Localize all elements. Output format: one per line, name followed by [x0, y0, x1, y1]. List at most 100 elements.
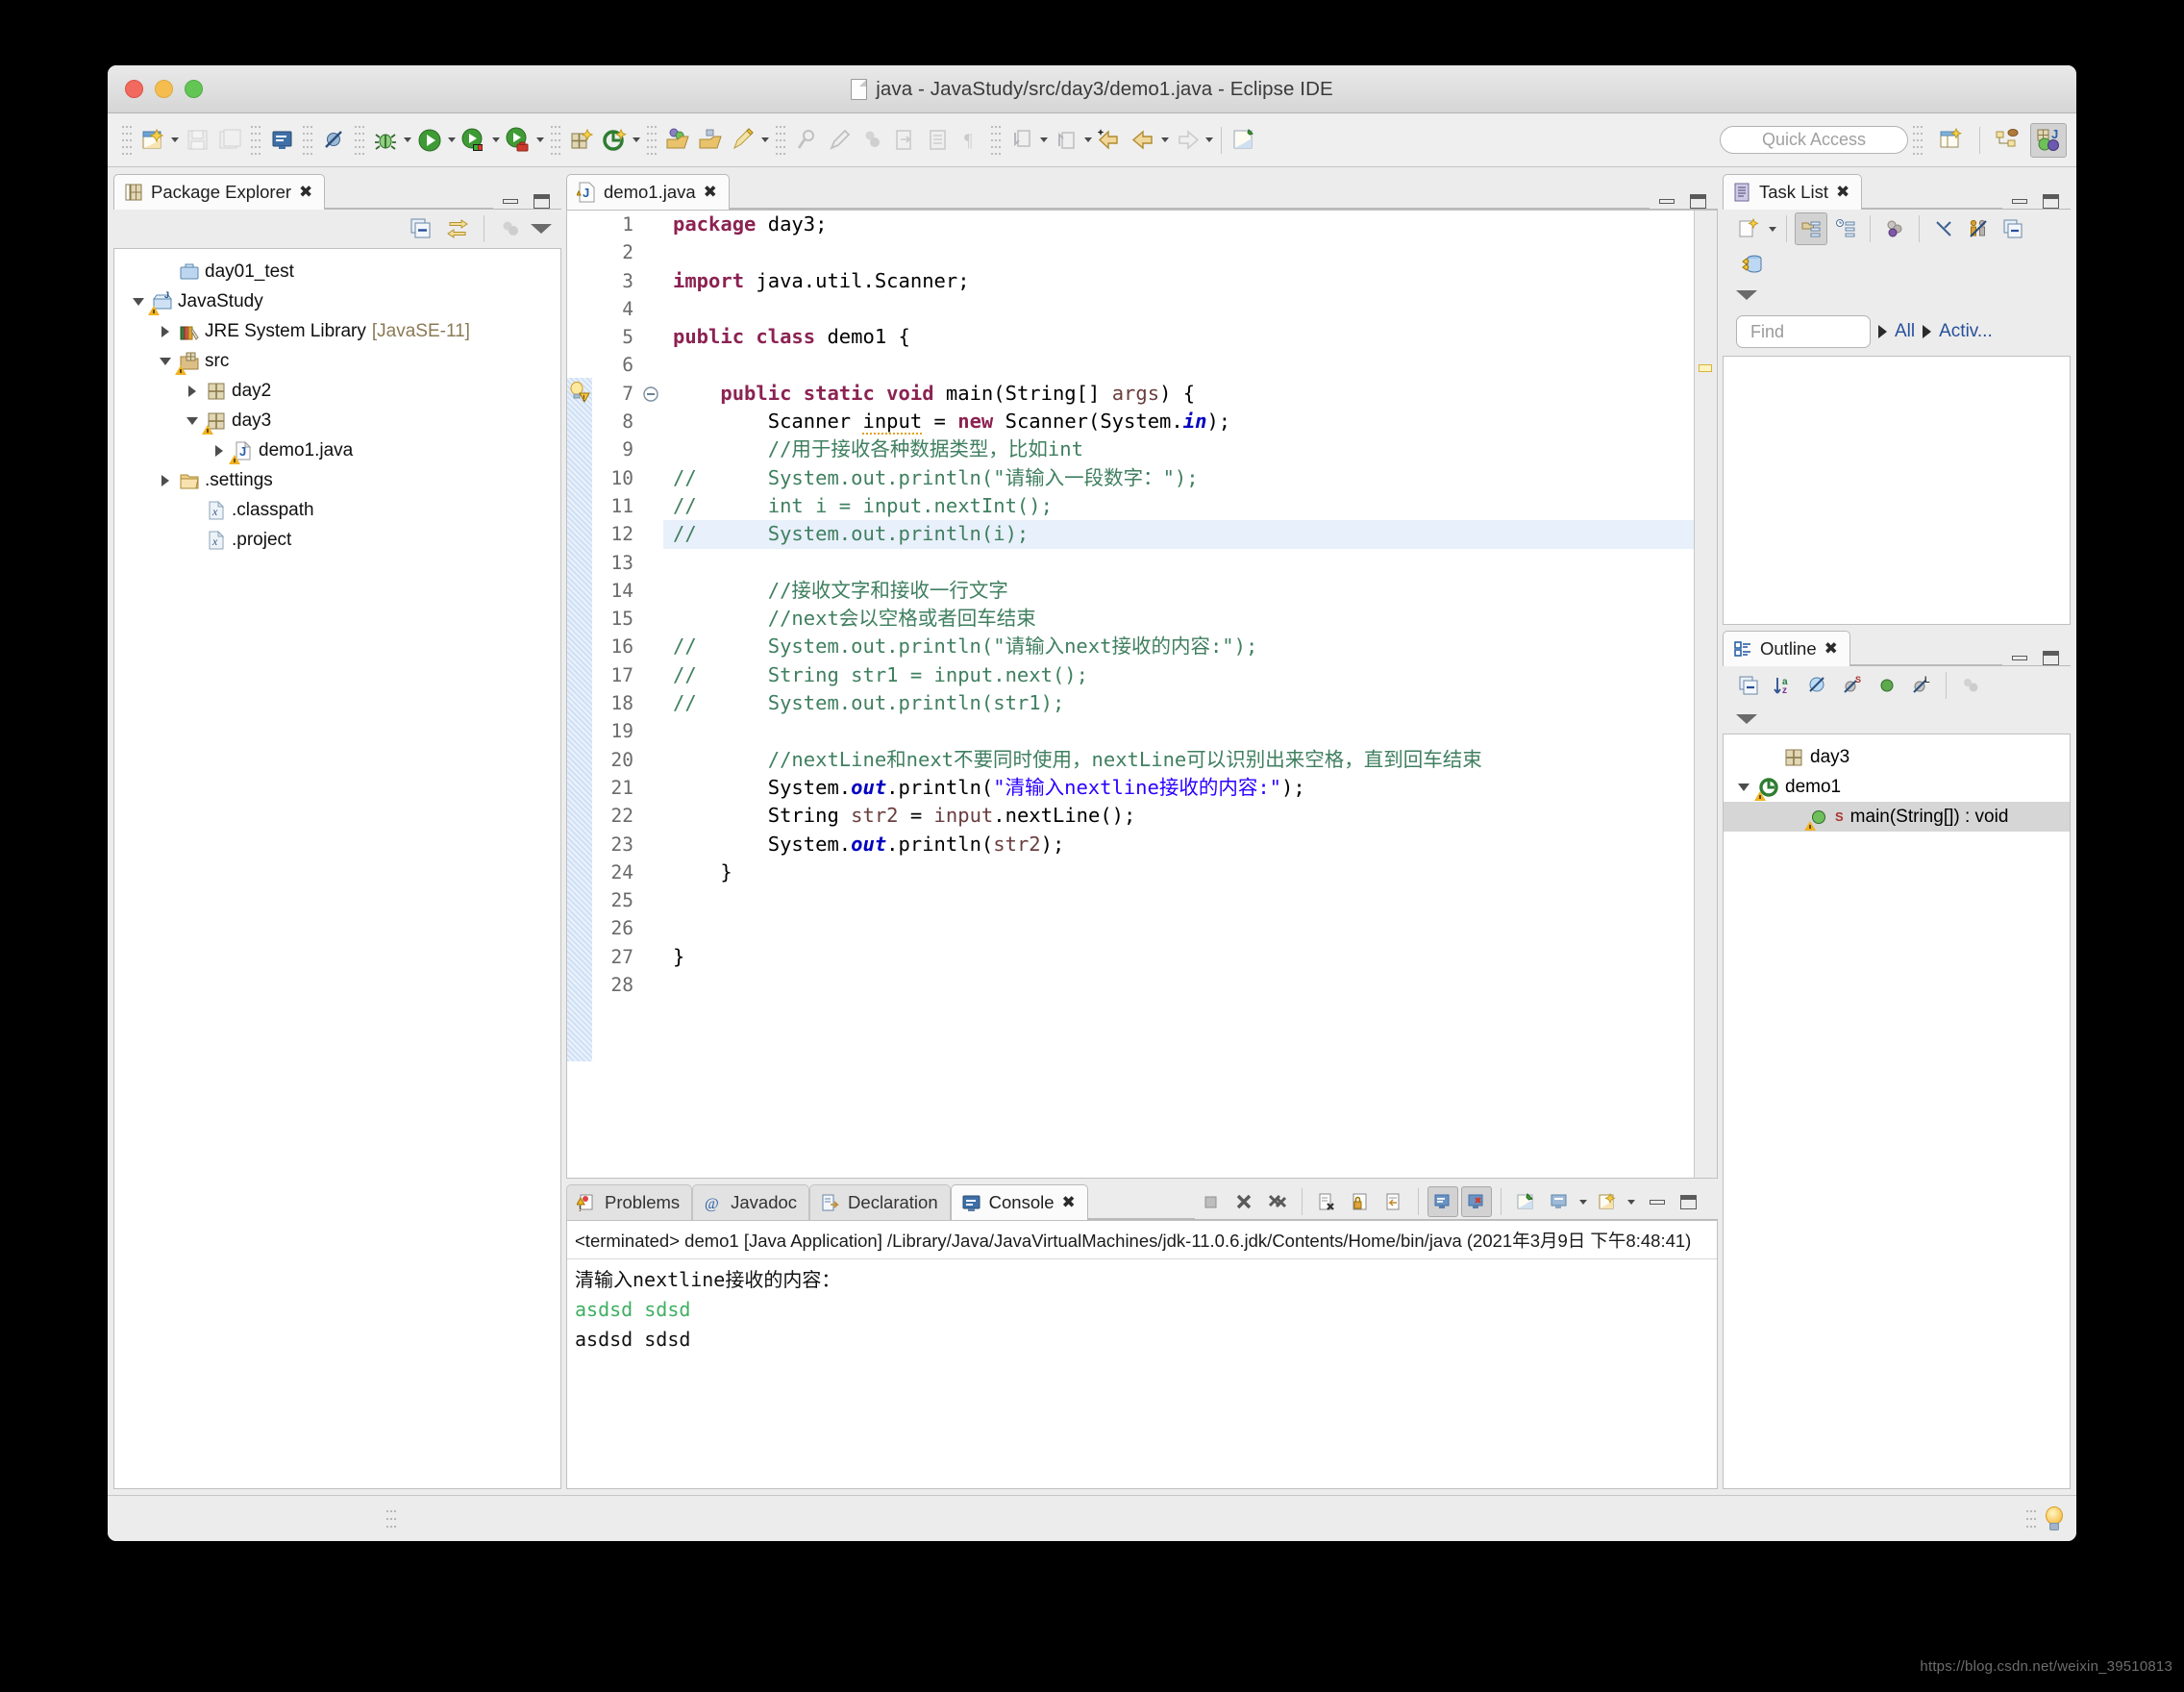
code-line[interactable]: } [663, 943, 1694, 971]
code-line[interactable]: // System.out.println("请输入一段数字："); [663, 464, 1694, 492]
code-line[interactable] [663, 886, 1694, 914]
quick-access-input[interactable]: Quick Access [1720, 126, 1908, 154]
minimize-icon[interactable] [1650, 1199, 1665, 1205]
show-console-on-error-icon[interactable] [1461, 1186, 1492, 1217]
code-line[interactable]: //nextLine和next不要同时使用，nextLine可以识别出来空格，直… [663, 746, 1694, 774]
code-line[interactable]: System.out.println(str2); [663, 831, 1694, 858]
pin-console-icon[interactable] [1510, 1186, 1541, 1217]
code-line[interactable]: Scanner input = new Scanner(System.in); [663, 408, 1694, 435]
close-button[interactable] [125, 80, 143, 98]
toolbar-grip-6[interactable] [647, 125, 657, 155]
twisty-closed-icon[interactable] [159, 324, 173, 338]
tab-demo1-java[interactable]: J demo1.java ✖ [566, 174, 730, 210]
code-line[interactable]: import java.util.Scanner; [663, 267, 1694, 295]
code-line[interactable] [663, 971, 1694, 999]
run-dropdown[interactable] [446, 126, 458, 155]
twisty-open-icon[interactable] [159, 354, 173, 368]
close-icon[interactable]: ✖ [1836, 183, 1849, 202]
filter-activate-link[interactable]: Activ... [1939, 321, 1993, 342]
code-line[interactable]: //next会以空格或者回车结束 [663, 605, 1694, 633]
toggle-mark-occurrences-icon[interactable] [727, 124, 759, 157]
tab-problems[interactable]: ! Problems [566, 1184, 693, 1220]
tab-declaration[interactable]: Declaration [809, 1184, 951, 1220]
open-console-icon[interactable] [1592, 1186, 1623, 1217]
clear-console-icon[interactable] [1311, 1186, 1342, 1217]
minimize-icon[interactable] [1659, 199, 1675, 204]
overview-ruler[interactable] [1694, 211, 1717, 1178]
sort-alphabetically-icon[interactable]: a z [1767, 669, 1799, 702]
back-icon[interactable] [1094, 124, 1127, 157]
mark-occurrences-dropdown[interactable] [759, 126, 771, 155]
code-line[interactable]: // int i = input.nextInt(); [663, 492, 1694, 520]
twisty-closed-icon[interactable] [212, 443, 227, 458]
open-perspective-icon[interactable] [1933, 123, 1970, 158]
tree-item[interactable]: x .project [114, 525, 560, 555]
code-line[interactable] [663, 351, 1694, 379]
toolbar-grip-5[interactable] [551, 125, 560, 155]
back-dropdown[interactable] [1159, 126, 1171, 155]
new-task-dropdown[interactable] [1767, 214, 1778, 243]
filter-all-link[interactable]: All [1895, 321, 1915, 342]
scheduled-presentation-icon[interactable] [1829, 212, 1862, 245]
debug-icon[interactable] [369, 124, 402, 157]
debug-dropdown[interactable] [402, 126, 413, 155]
outline-item[interactable]: Smain(String[]) : void [1724, 802, 2070, 832]
next-annotation-dropdown[interactable] [1038, 126, 1050, 155]
tree-item[interactable]: .settings [114, 465, 560, 495]
tree-item[interactable]: day3 [114, 406, 560, 435]
code-line[interactable]: package day3; [663, 211, 1694, 238]
external-tools-dropdown[interactable] [534, 126, 546, 155]
tree-item[interactable]: J JavaStudy [114, 286, 560, 316]
synchronize-changed-icon[interactable] [1962, 212, 1995, 245]
code-line[interactable] [663, 717, 1694, 745]
tree-item[interactable]: Jdemo1.java [114, 435, 560, 465]
minimize-icon[interactable] [2012, 199, 2027, 204]
remove-launch-icon[interactable] [1228, 1186, 1259, 1217]
outline-item[interactable]: demo1 [1724, 772, 2070, 802]
toolbar-grip-3[interactable] [303, 125, 312, 155]
run-coverage-dropdown[interactable] [490, 126, 502, 155]
code-line[interactable]: public class demo1 { [663, 323, 1694, 351]
tab-package-explorer[interactable]: Package Explorer ✖ [113, 174, 326, 210]
close-icon[interactable]: ✖ [299, 183, 312, 202]
run-coverage-icon[interactable] [458, 124, 490, 157]
maximize-icon[interactable] [1680, 1194, 1697, 1209]
hide-local-types-icon[interactable]: L [1905, 669, 1938, 702]
toolbar-grip-4[interactable] [355, 125, 364, 155]
forward-dropdown[interactable] [1204, 126, 1215, 155]
marker-ruler[interactable]: ! [567, 211, 592, 1178]
console-view-icon[interactable] [265, 124, 298, 157]
collapse-all-icon[interactable] [405, 212, 437, 245]
code-line[interactable] [663, 914, 1694, 942]
toolbar-grip[interactable] [122, 125, 132, 155]
maximize-icon[interactable] [2043, 194, 2059, 209]
view-menu-icon[interactable] [531, 218, 552, 239]
toolbar-grip-7[interactable] [776, 125, 785, 155]
twisty-open-icon[interactable] [1737, 780, 1751, 794]
skip-breakpoints-icon[interactable] [317, 124, 350, 157]
code-line[interactable] [663, 295, 1694, 323]
show-console-on-output-icon[interactable] [1427, 1186, 1458, 1217]
new-wizard-icon[interactable] [136, 124, 169, 157]
fold-collapse-icon[interactable] [642, 386, 663, 413]
categorized-presentation-icon[interactable] [1795, 212, 1827, 245]
code-line[interactable]: String str2 = input.nextLine(); [663, 802, 1694, 830]
tab-console[interactable]: Console ✖ [950, 1184, 1088, 1220]
twisty-open-icon[interactable] [186, 413, 200, 428]
toolbar-grip-2[interactable] [251, 125, 261, 155]
minimize-icon[interactable] [2012, 656, 2027, 660]
collapse-all-icon[interactable] [1732, 669, 1765, 702]
tree-item[interactable]: x .classpath [114, 495, 560, 525]
folding-column[interactable] [642, 211, 663, 1178]
new-wizard-dropdown[interactable] [169, 126, 181, 155]
tree-item[interactable]: day2 [114, 376, 560, 406]
code-line[interactable] [663, 549, 1694, 577]
external-tools-icon[interactable] [502, 124, 534, 157]
perspective-java-icon[interactable]: J [2030, 122, 2067, 158]
word-wrap-icon[interactable] [1378, 1186, 1409, 1217]
new-task-icon[interactable] [1732, 212, 1765, 245]
open-console-dropdown[interactable] [1626, 1187, 1637, 1216]
code-line[interactable]: System.out.println("清输入nextline接收的内容:"); [663, 774, 1694, 802]
code-line[interactable]: public static void main(String[] args) { [663, 380, 1694, 408]
minimize-icon[interactable] [503, 199, 518, 204]
